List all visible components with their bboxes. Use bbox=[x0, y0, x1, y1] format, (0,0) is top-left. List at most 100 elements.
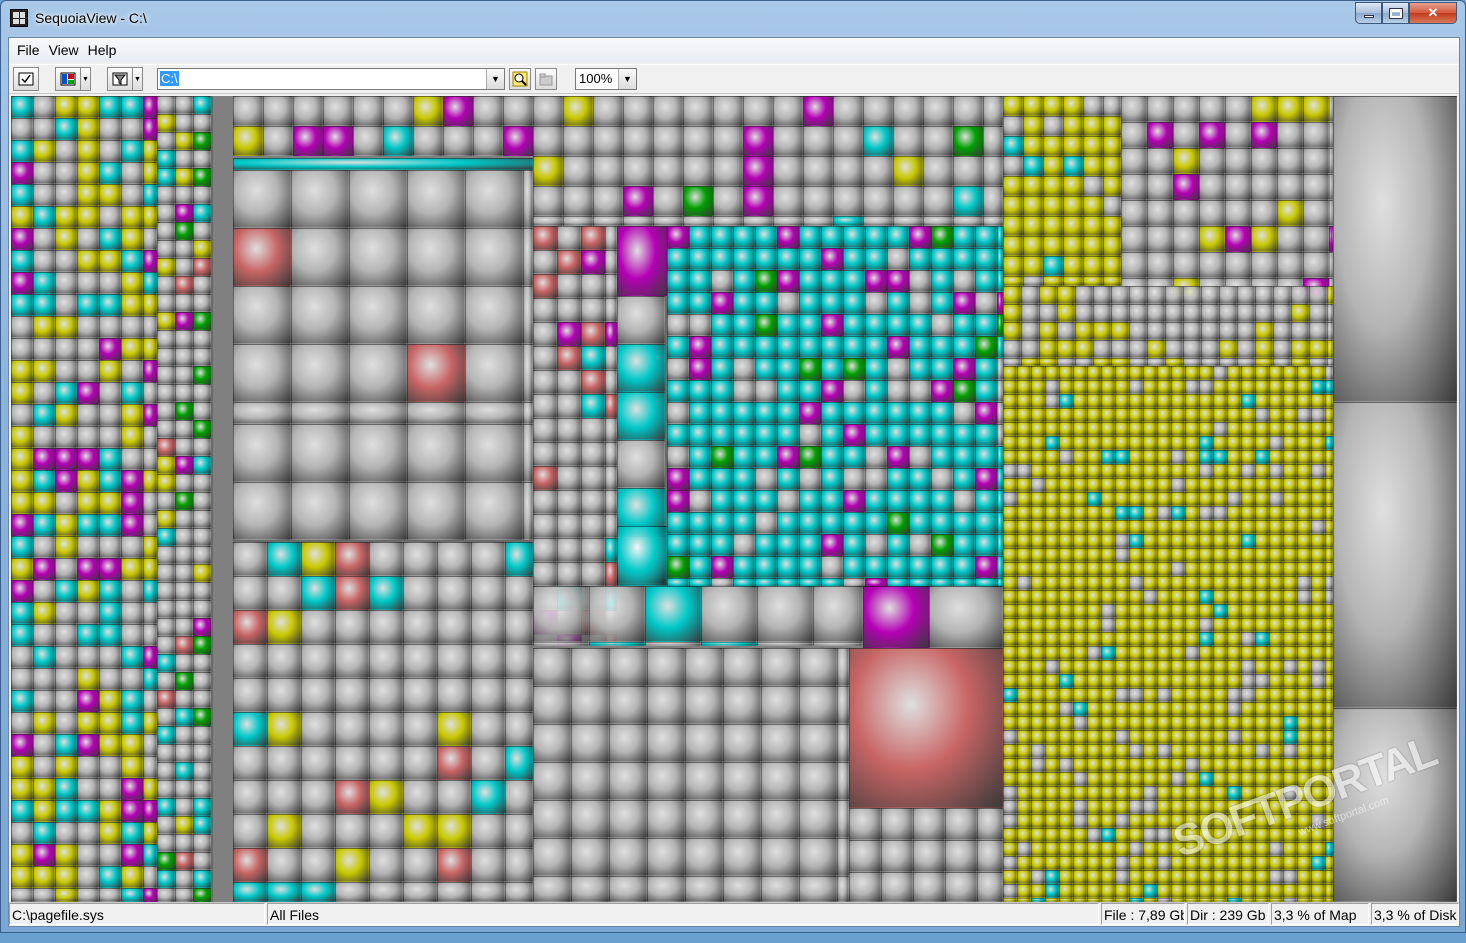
treemap-cell[interactable] bbox=[609, 800, 647, 838]
treemap-cell[interactable] bbox=[77, 426, 99, 448]
treemap-cell[interactable] bbox=[1303, 122, 1329, 148]
treemap-cell[interactable] bbox=[143, 756, 157, 778]
treemap-cell[interactable] bbox=[55, 228, 77, 250]
treemap-cell[interactable] bbox=[77, 756, 99, 778]
treemap-cell[interactable] bbox=[1157, 520, 1171, 534]
treemap-cell[interactable] bbox=[1199, 716, 1213, 730]
treemap-cell[interactable] bbox=[1213, 436, 1227, 450]
treemap-cell[interactable] bbox=[1269, 632, 1283, 646]
treemap-cell[interactable] bbox=[335, 746, 369, 780]
treemap-cell[interactable] bbox=[1325, 534, 1333, 548]
layout-dropdown[interactable]: ▼ bbox=[81, 67, 91, 91]
treemap-cell[interactable] bbox=[1073, 842, 1087, 856]
treemap-cell[interactable] bbox=[505, 644, 533, 678]
treemap-cell[interactable] bbox=[211, 114, 213, 132]
treemap-cell[interactable] bbox=[713, 216, 743, 226]
treemap-cell[interactable] bbox=[1255, 408, 1269, 422]
treemap-cell[interactable] bbox=[711, 490, 733, 512]
treemap-cell[interactable] bbox=[1087, 730, 1101, 744]
treemap-cell[interactable] bbox=[1023, 256, 1043, 276]
treemap-cell[interactable] bbox=[1003, 394, 1017, 408]
treemap-cell[interactable] bbox=[799, 314, 821, 336]
treemap-cell[interactable] bbox=[913, 808, 945, 840]
treemap-cell[interactable] bbox=[1017, 422, 1031, 436]
treemap-cell[interactable] bbox=[1115, 674, 1129, 688]
treemap-cell[interactable] bbox=[821, 270, 843, 292]
treemap-cell[interactable] bbox=[843, 336, 865, 358]
treemap-cell[interactable] bbox=[1031, 856, 1045, 870]
treemap-cell[interactable] bbox=[77, 338, 99, 360]
treemap-cell[interactable] bbox=[1185, 590, 1199, 604]
treemap-cell[interactable] bbox=[1241, 716, 1255, 730]
treemap-cell[interactable] bbox=[1255, 436, 1269, 450]
treemap-cell[interactable] bbox=[1213, 394, 1227, 408]
treemap-cell[interactable] bbox=[865, 380, 887, 402]
treemap-cell[interactable] bbox=[1325, 744, 1333, 758]
treemap-cell[interactable] bbox=[1045, 800, 1059, 814]
treemap-cell[interactable] bbox=[233, 96, 263, 126]
treemap-cell[interactable] bbox=[605, 298, 617, 322]
treemap-cell[interactable] bbox=[1101, 478, 1115, 492]
treemap-cell[interactable] bbox=[1143, 856, 1157, 870]
treemap-cell[interactable] bbox=[1087, 856, 1101, 870]
treemap-cell[interactable] bbox=[55, 140, 77, 162]
treemap-cell[interactable] bbox=[233, 746, 267, 780]
treemap-cell[interactable] bbox=[777, 248, 799, 270]
treemap-cell[interactable] bbox=[799, 402, 821, 424]
treemap-cell[interactable] bbox=[1023, 276, 1043, 286]
treemap-cell[interactable] bbox=[1101, 548, 1115, 562]
treemap-cell[interactable] bbox=[1241, 562, 1255, 576]
treemap-cell[interactable] bbox=[1269, 408, 1283, 422]
treemap-cell[interactable] bbox=[1115, 744, 1129, 758]
treemap-cell[interactable] bbox=[1059, 548, 1073, 562]
treemap-cell[interactable] bbox=[55, 162, 77, 184]
treemap-cell[interactable] bbox=[1269, 506, 1283, 520]
treemap-cell[interactable] bbox=[975, 424, 997, 446]
treemap-cell[interactable] bbox=[733, 358, 755, 380]
treemap-cell[interactable] bbox=[733, 468, 755, 490]
treemap-cell[interactable] bbox=[533, 466, 557, 490]
treemap-cell[interactable] bbox=[1039, 322, 1057, 340]
treemap-cell[interactable] bbox=[1297, 366, 1311, 380]
treemap-cell[interactable] bbox=[55, 888, 77, 902]
treemap-cell[interactable] bbox=[667, 336, 689, 358]
treemap-cell[interactable] bbox=[143, 382, 157, 404]
treemap-cell[interactable] bbox=[1083, 176, 1103, 196]
treemap-cell[interactable] bbox=[1325, 590, 1333, 604]
treemap-cell[interactable] bbox=[1075, 322, 1093, 340]
treemap-cell[interactable] bbox=[335, 644, 369, 678]
treemap-cell[interactable] bbox=[369, 712, 403, 746]
treemap-cell[interactable] bbox=[1171, 534, 1185, 548]
treemap-cell[interactable] bbox=[581, 226, 605, 250]
treemap-cell[interactable] bbox=[755, 226, 777, 248]
treemap-cell[interactable] bbox=[1101, 884, 1115, 898]
treemap-cell[interactable] bbox=[193, 492, 211, 510]
treemap-cell[interactable] bbox=[175, 312, 193, 330]
treemap-cell[interactable] bbox=[1157, 786, 1171, 800]
treemap-cell[interactable] bbox=[1129, 828, 1143, 842]
treemap-cell[interactable] bbox=[1147, 358, 1165, 366]
treemap-cell[interactable] bbox=[33, 712, 55, 734]
treemap-cell[interactable] bbox=[175, 528, 193, 546]
treemap-cell[interactable] bbox=[121, 712, 143, 734]
treemap-cell[interactable] bbox=[1201, 358, 1219, 366]
treemap-cell[interactable] bbox=[1311, 520, 1325, 534]
treemap-cell[interactable] bbox=[407, 424, 465, 482]
treemap-cell[interactable] bbox=[1213, 604, 1227, 618]
treemap-cell[interactable] bbox=[193, 528, 211, 546]
treemap-cell[interactable] bbox=[609, 876, 647, 902]
treemap-cell[interactable] bbox=[11, 866, 33, 888]
treemap-cell[interactable] bbox=[1147, 96, 1173, 122]
treemap-cell[interactable] bbox=[1003, 116, 1023, 136]
treemap-cell[interactable] bbox=[563, 126, 593, 156]
treemap-cell[interactable] bbox=[865, 336, 887, 358]
treemap-cell[interactable] bbox=[1241, 744, 1255, 758]
treemap-cell[interactable] bbox=[121, 228, 143, 250]
treemap-cell[interactable] bbox=[733, 248, 755, 270]
treemap-cell[interactable] bbox=[1165, 304, 1183, 322]
treemap-cell[interactable] bbox=[157, 636, 175, 654]
treemap-cell[interactable] bbox=[581, 514, 605, 538]
treemap-cell[interactable] bbox=[799, 724, 837, 762]
treemap-cell[interactable] bbox=[1157, 408, 1171, 422]
treemap-cell[interactable] bbox=[157, 690, 175, 708]
